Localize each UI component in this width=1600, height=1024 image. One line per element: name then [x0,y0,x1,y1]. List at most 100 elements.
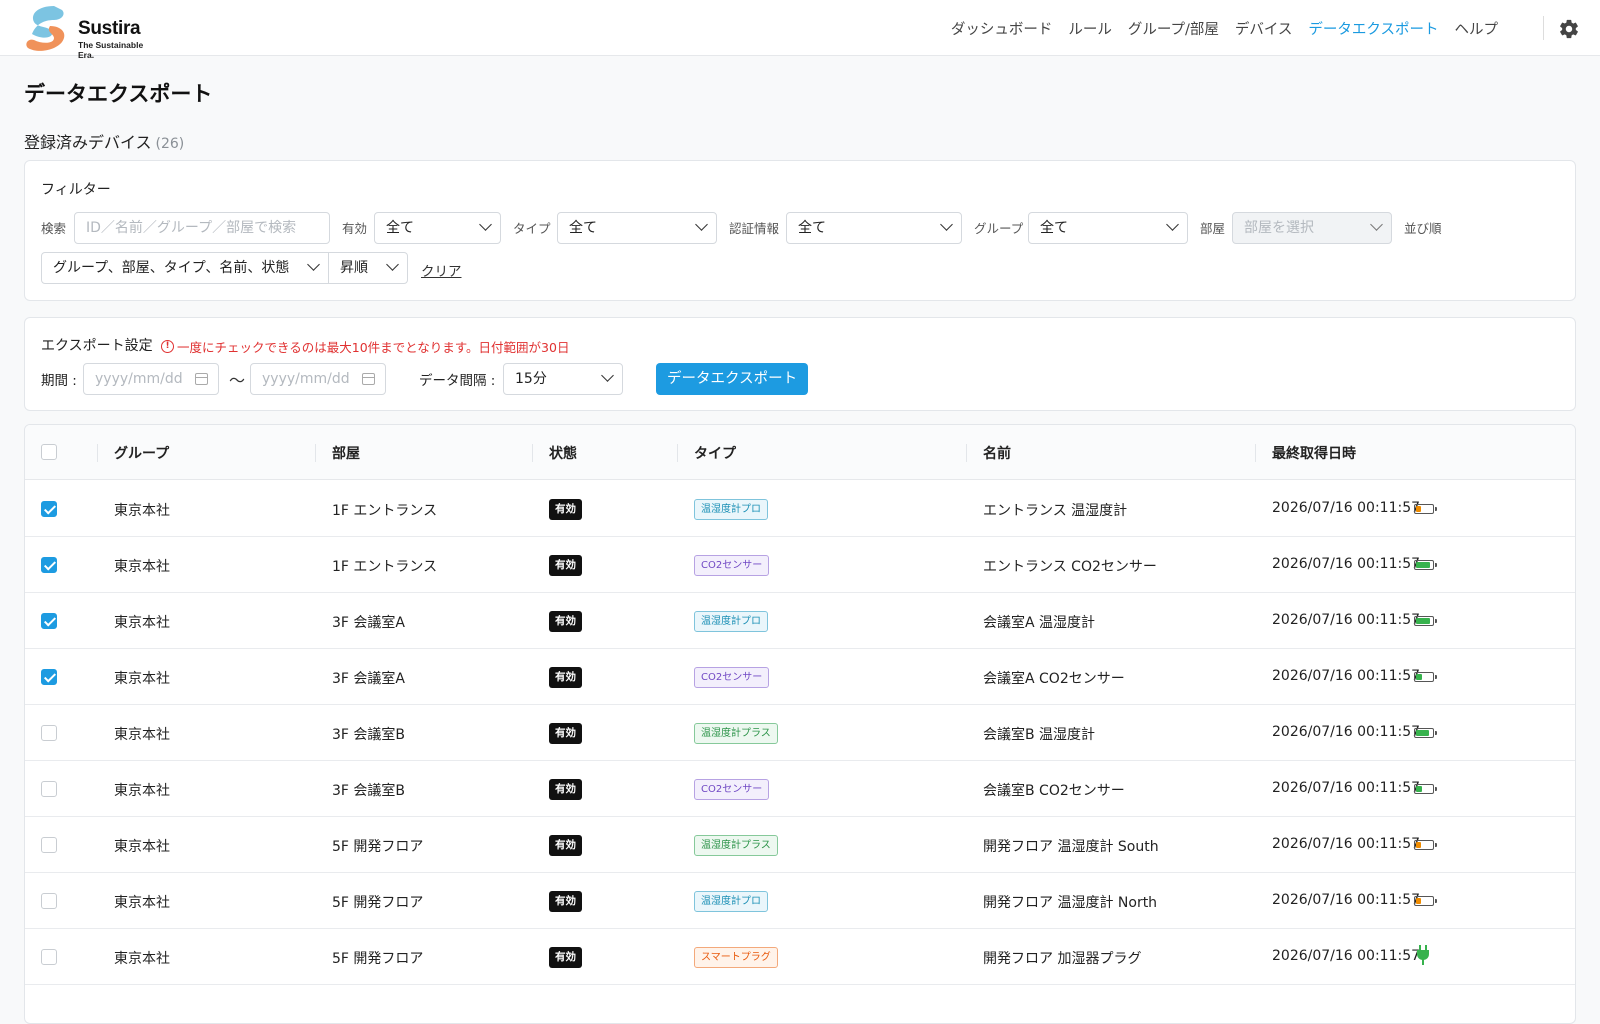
cell-room: 1F エントランス [332,503,438,519]
cell-last-fetched: 2026/07/16 00:11:57 [1272,836,1421,852]
table-row[interactable]: 東京本社 3F 会議室A 有効 CO2センサー 会議室A CO2センサー 2026/07/… [25,649,1575,705]
nav-help[interactable]: ヘルプ [1447,18,1507,39]
page-title: データエクスポート [24,82,213,106]
chevron-down-icon [940,218,953,231]
search-label: 検索 [41,221,67,236]
column-header-name[interactable]: 名前 [983,443,1011,463]
cell-last-fetched: 2026/07/16 00:11:57 [1272,724,1421,740]
row-checkbox[interactable] [41,557,57,573]
table-row[interactable]: 東京本社 3F 会議室B 有効 CO2センサー 会議室B CO2センサー 2026/07/… [25,761,1575,817]
table-row[interactable]: 東京本社 5F 開発フロア 有効 温湿度計プロ 開発フロア 温湿度計 North 2026… [25,873,1575,929]
column-header-last-fetched[interactable]: 最終取得日時 [1272,443,1356,463]
cell-name: 会議室B 温湿度計 [983,727,1096,743]
search-input[interactable]: ID／名前／グループ／部屋で検索 [74,212,330,244]
nav-rules[interactable]: ルール [1060,18,1120,39]
status-badge: 有効 [549,611,582,632]
nav-dashboard[interactable]: ダッシュボード [943,18,1061,39]
group-filter-value: 全て [1040,220,1068,236]
battery-icon [1414,840,1437,850]
enabled-filter-label: 有効 [342,221,368,236]
calendar-icon[interactable] [195,373,208,385]
table-row[interactable]: 東京本社 5F 開発フロア 有効 スマートプラグ 開発フロア 加湿器プラグ 2026/07… [25,929,1575,985]
cell-group: 東京本社 [114,727,170,743]
registered-devices-count: (26) [155,136,185,152]
interval-select[interactable]: 15分 [503,363,623,395]
room-filter-placeholder: 部屋を選択 [1244,220,1314,236]
sort-field-value: グループ、部屋、タイプ、名前、状態 [53,260,290,276]
column-divider [532,444,533,462]
app-logo[interactable]: Sustira The Sustainable Era. [24,4,154,60]
status-badge: 有効 [549,891,582,912]
sort-field-select[interactable]: グループ、部屋、タイプ、名前、状態 [41,252,329,284]
nav-data-export[interactable]: データエクスポート [1300,18,1446,39]
row-checkbox[interactable] [41,501,57,517]
cell-last-fetched: 2026/07/16 00:11:57 [1272,892,1421,908]
row-checkbox[interactable] [41,837,57,853]
row-checkbox[interactable] [41,613,57,629]
cell-name: 開発フロア 温湿度計 South [983,839,1159,855]
calendar-icon[interactable] [362,373,375,385]
row-checkbox[interactable] [41,781,57,797]
info-icon: ! [161,340,174,353]
battery-level-fill [1416,506,1421,512]
export-settings-panel: エクスポート設定 ! 一度にチェックできるのは最大10件までとなります。日付範囲… [24,317,1576,411]
row-checkbox[interactable] [41,669,57,685]
sort-label: 並び順 [1404,221,1442,236]
main-nav: ダッシュボード ルール グループ/部屋 デバイス データエクスポート ヘルプ [943,18,1506,39]
status-badge: 有効 [549,835,582,856]
column-header-group[interactable]: グループ [114,443,169,463]
room-filter-label: 部屋 [1200,221,1226,236]
nav-groups-rooms[interactable]: グループ/部屋 [1120,18,1227,39]
period-label: 期間 : [41,373,77,389]
row-checkbox[interactable] [41,893,57,909]
cell-last-fetched: 2026/07/16 00:11:57 [1272,500,1421,516]
enabled-filter-select[interactable]: 全て [374,212,501,244]
chevron-down-icon [307,258,320,271]
column-divider [1255,444,1256,462]
row-checkbox[interactable] [41,949,57,965]
gear-icon[interactable] [1558,18,1580,40]
cell-room: 3F 会議室A [332,671,405,687]
cell-last-fetched: 2026/07/16 00:11:57 [1272,556,1421,572]
status-badge: 有効 [549,499,582,520]
type-badge: CO2センサー [694,667,770,688]
cell-name: 会議室A 温湿度計 [983,615,1096,631]
type-badge: CO2センサー [694,779,770,800]
table-row[interactable]: 東京本社 3F 会議室A 有効 温湿度計プロ 会議室A 温湿度計 2026/07/16 0… [25,593,1575,649]
data-export-button[interactable]: データエクスポート [656,363,809,395]
column-divider [315,444,316,462]
column-header-status[interactable]: 状態 [549,443,577,463]
cell-name: 開発フロア 加湿器プラグ [983,951,1142,967]
table-row[interactable]: 東京本社 3F 会議室B 有効 温湿度計プラス 会議室B 温湿度計 2026/07/16 … [25,705,1575,761]
sort-order-select[interactable]: 昇順 [328,252,408,284]
chevron-down-icon [386,258,399,271]
select-all-checkbox[interactable] [41,444,57,460]
registered-devices-label: 登録済みデバイス [24,133,152,152]
table-row[interactable]: 東京本社 1F エントランス 有効 CO2センサー エントランス CO2センサー 2026… [25,537,1575,593]
cell-group: 東京本社 [114,839,170,855]
battery-icon [1414,672,1437,682]
auth-filter-select[interactable]: 全て [786,212,962,244]
nav-devices[interactable]: デバイス [1227,18,1301,39]
cell-last-fetched: 2026/07/16 00:11:57 [1272,612,1421,628]
export-settings-title: エクスポート設定 [41,338,153,354]
end-date-input[interactable]: yyyy/mm/dd [250,363,386,395]
battery-level-fill [1416,730,1429,736]
start-date-input[interactable]: yyyy/mm/dd [83,363,219,395]
room-filter-select[interactable]: 部屋を選択 [1232,212,1392,244]
cell-group: 東京本社 [114,895,170,911]
table-row[interactable]: 東京本社 5F 開発フロア 有効 温湿度計プラス 開発フロア 温湿度計 South 202… [25,817,1575,873]
clear-filters-link[interactable]: クリア [421,260,462,280]
chevron-down-icon [479,218,492,231]
start-date-placeholder: yyyy/mm/dd [95,371,183,387]
chevron-down-icon [1166,218,1179,231]
cell-room: 3F 会議室A [332,615,405,631]
type-filter-select[interactable]: 全て [557,212,717,244]
column-header-type[interactable]: タイプ [694,443,736,463]
group-filter-select[interactable]: 全て [1028,212,1188,244]
column-divider [966,444,967,462]
table-row[interactable]: 東京本社 1F エントランス 有効 温湿度計プロ エントランス 温湿度計 2026/07/… [25,481,1575,537]
column-header-room[interactable]: 部屋 [332,443,360,463]
status-badge: 有効 [549,555,582,576]
row-checkbox[interactable] [41,725,57,741]
